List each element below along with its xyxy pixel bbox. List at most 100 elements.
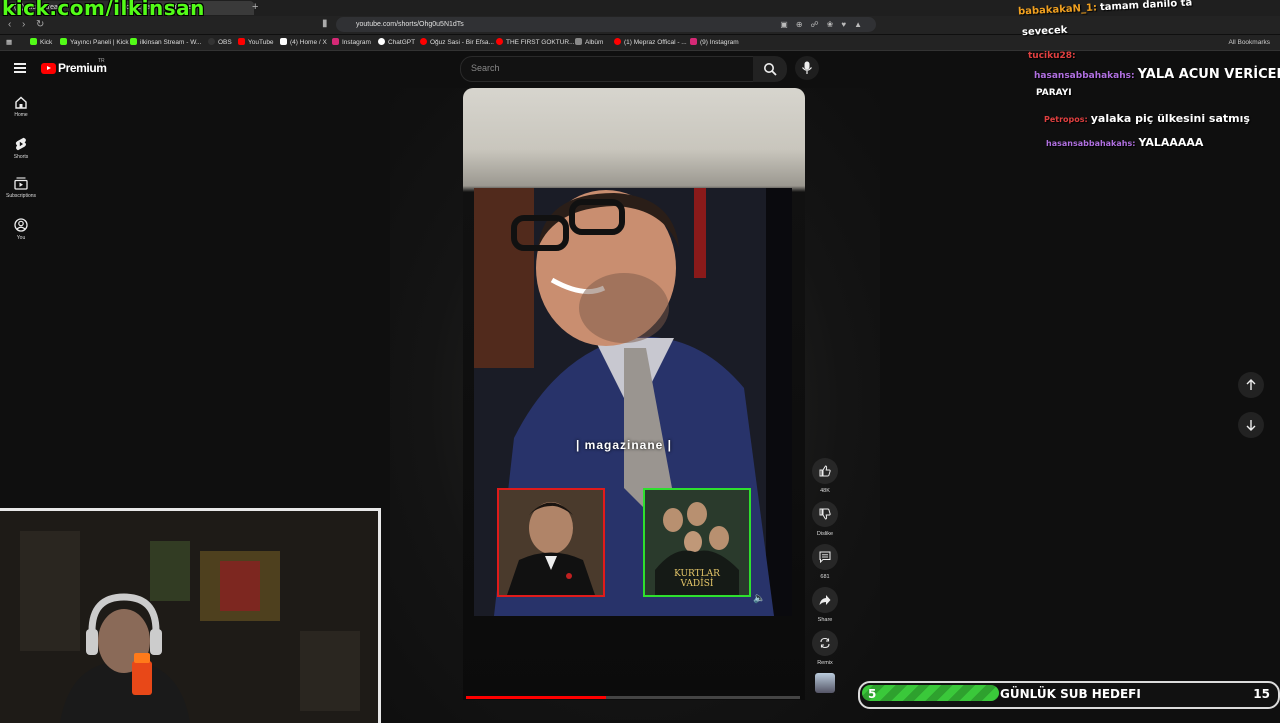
bookmark-item[interactable]: YouTube — [238, 35, 274, 50]
folder-icon — [575, 38, 582, 45]
forward-icon[interactable]: › — [22, 19, 25, 30]
rail-item-home[interactable]: Home — [0, 96, 42, 118]
arrow-up-icon — [1246, 379, 1256, 390]
godfather-image — [499, 490, 603, 595]
share-button[interactable]: Share — [810, 587, 840, 623]
bookmark-item[interactable]: (9) Instagram — [690, 35, 739, 50]
microphone-icon — [802, 61, 812, 74]
bookmark-label: Instagram — [342, 39, 371, 46]
rail-label: Shorts — [13, 154, 29, 160]
video-caption: | magazinane | — [575, 438, 673, 452]
bookmark-label: OBS — [218, 39, 232, 46]
like-button[interactable]: 48K — [810, 458, 840, 494]
chat-username: hasansabbahakahs: — [1046, 139, 1136, 148]
video-frame[interactable]: | magazinane | KURTLAR VADİSİ 🔈 — [474, 188, 792, 616]
address-bar-icons[interactable]: ▣⊕☍❀♥▲ — [780, 17, 870, 32]
bookmark-item[interactable]: Kick — [30, 35, 52, 50]
search-button[interactable] — [753, 56, 787, 82]
bookmark-label: ChatGPT — [388, 39, 416, 46]
you-icon — [14, 218, 28, 232]
bookmark-label: (4) Home / X — [290, 39, 327, 46]
thumbs-down-icon — [819, 508, 831, 520]
url-text: youtube.com/shorts/Ohg0u5N1dTs — [356, 21, 464, 28]
rail-item-you[interactable]: You — [0, 218, 42, 241]
rail-item-subscriptions[interactable]: Subscriptions — [0, 177, 42, 199]
kick-icon — [60, 38, 67, 45]
previous-short-button[interactable] — [1238, 372, 1264, 398]
share-label: Share — [817, 617, 833, 623]
all-bookmarks[interactable]: All Bookmarks — [1228, 35, 1270, 50]
remix-button[interactable]: Remix — [810, 630, 840, 666]
chat-message: tuciku28: — [1028, 51, 1079, 61]
rail-label: You — [16, 235, 26, 241]
bookmark-label: Albüm — [585, 39, 604, 46]
bookmark-label: Kick — [40, 39, 53, 46]
godfather-thumbnail — [497, 488, 605, 597]
search-input[interactable] — [469, 62, 743, 74]
dislike-button[interactable]: Dislike — [810, 501, 840, 537]
bookmark-item[interactable]: OBS — [208, 35, 232, 50]
comment-count: 681 — [820, 574, 830, 580]
webcam-image — [0, 511, 378, 723]
streamer-webcam — [0, 508, 381, 723]
youtube-icon — [614, 38, 621, 45]
bookmark-item[interactable]: THE FIRST GOKTUR... — [496, 35, 575, 50]
new-tab-button[interactable]: + — [252, 0, 258, 14]
obs-icon — [208, 38, 215, 45]
video-progress-bar[interactable] — [466, 696, 800, 699]
share-icon — [819, 595, 831, 605]
chat-text: yalaka piç ülkesini satmış — [1090, 112, 1250, 125]
dislike-label: Dislike — [816, 531, 834, 537]
bookmark-label: (1) Mepraz Offical - ... — [624, 39, 687, 46]
bookmark-item[interactable]: (1) Mepraz Offical - ... — [614, 35, 687, 50]
kurtlar-vadisi-title: KURTLAR VADİSİ — [645, 569, 749, 589]
bookmark-item[interactable]: Instagram — [332, 35, 371, 50]
voice-search-button[interactable] — [795, 56, 819, 80]
bookmarks-bar: ▦ Kick Yayıncı Paneli | Kick ilkinsan St… — [0, 35, 1280, 51]
sub-goal-bar: 5 GÜNLÜK SUB HEDEFI 15 — [858, 681, 1280, 709]
kurtlar-vadisi-thumbnail: KURTLAR VADİSİ — [643, 488, 751, 597]
bookmark-icon[interactable]: ▮ — [322, 18, 328, 29]
comments-button[interactable]: 681 — [810, 544, 840, 580]
chat-username: Petropos: — [1044, 115, 1088, 124]
channel-avatar[interactable] — [815, 673, 835, 693]
rail-item-shorts[interactable]: Shorts — [0, 137, 42, 160]
chatgpt-icon — [378, 38, 385, 45]
chat-text: YALAAAAA — [1138, 136, 1204, 149]
bookmark-item[interactable]: Yayıncı Paneli | Kick — [60, 35, 129, 50]
shorts-player[interactable]: | magazinane | KURTLAR VADİSİ 🔈 — [463, 88, 805, 700]
youtube-play-icon — [41, 63, 56, 74]
reload-icon[interactable]: ↻ — [36, 19, 44, 30]
home-icon — [15, 96, 27, 109]
bookmark-label: ilkinsan Stream - W... — [140, 39, 202, 46]
search-box[interactable] — [460, 56, 754, 82]
kick-icon — [130, 38, 137, 45]
bookmark-item[interactable]: ChatGPT — [378, 35, 415, 50]
bookmark-item[interactable]: ilkinsan Stream - W... — [130, 35, 201, 50]
chat-username: hasansabbahakahs: — [1034, 71, 1135, 81]
instagram-icon — [690, 38, 697, 45]
shorts-icon — [15, 137, 26, 151]
menu-icon[interactable] — [14, 63, 26, 73]
bookmark-item[interactable]: Albüm — [575, 35, 603, 50]
bookmark-item[interactable]: Oğuz Sasi - Bir Efsa... — [420, 35, 494, 50]
thumb-title-line: KURTLAR — [674, 569, 720, 579]
volume-icon[interactable]: 🔈 — [753, 593, 765, 604]
address-bar[interactable]: youtube.com/shorts/Ohg0u5N1dTs ▣⊕☍❀♥▲ — [336, 17, 876, 32]
bookmark-item[interactable]: (4) Home / X — [280, 35, 327, 50]
next-short-button[interactable] — [1238, 412, 1264, 438]
sub-goal-current: 5 — [868, 687, 877, 701]
chat-message-continued: PARAYI — [1036, 88, 1072, 98]
kick-icon — [30, 38, 37, 45]
thumbs-up-icon — [819, 465, 831, 477]
bookmark-label: Oğuz Sasi - Bir Efsa... — [430, 39, 494, 46]
chat-username: tuciku28: — [1028, 51, 1076, 61]
back-icon[interactable]: ‹ — [8, 19, 11, 30]
youtube-icon — [238, 38, 245, 45]
arrow-down-icon — [1246, 420, 1256, 431]
remix-icon — [820, 637, 830, 649]
youtube-icon — [420, 38, 427, 45]
bookmark-label: YouTube — [248, 39, 274, 46]
apps-icon[interactable]: ▦ — [6, 35, 12, 50]
sub-goal-title: GÜNLÜK SUB HEDEFI — [1000, 687, 1141, 701]
